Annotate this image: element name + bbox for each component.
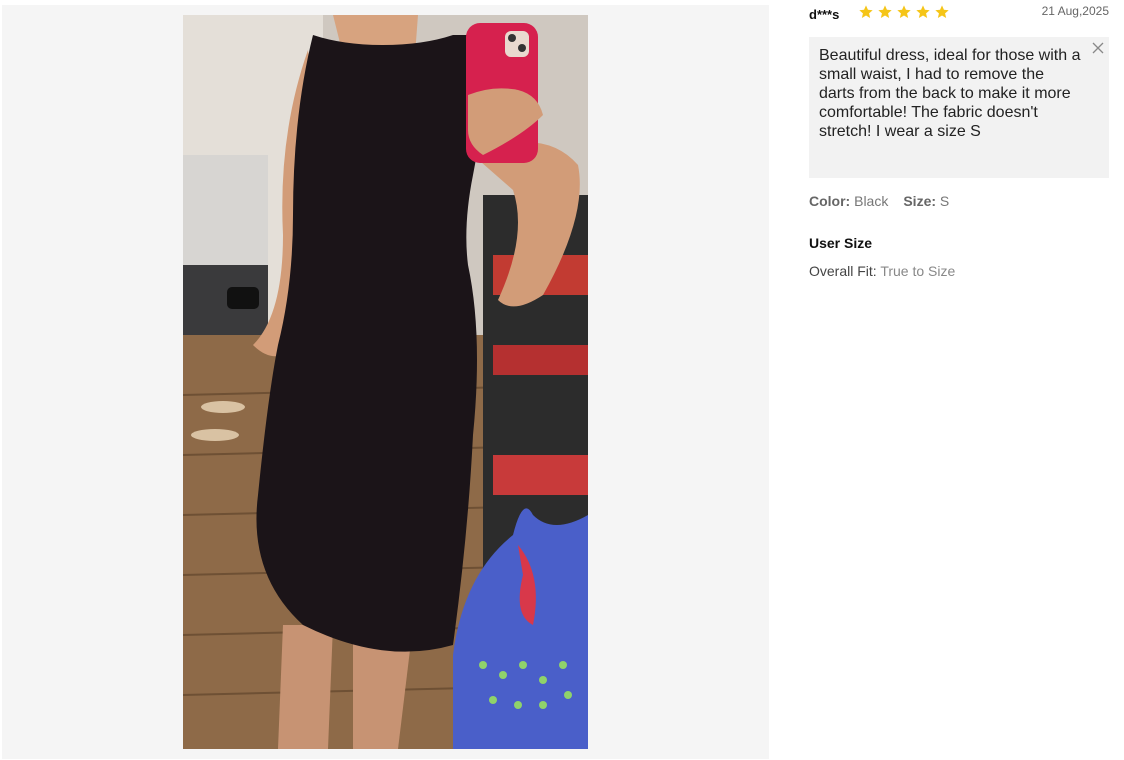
reviewer-username: d***s xyxy=(809,7,840,22)
rating-stars xyxy=(858,4,950,20)
attribute-color-label: Color: xyxy=(809,193,851,209)
star-icon xyxy=(878,5,892,18)
attribute-color-value: Black xyxy=(854,193,889,209)
star-icon xyxy=(859,5,873,18)
close-icon[interactable] xyxy=(1091,41,1105,55)
star-icon xyxy=(897,5,911,18)
review-image-viewer xyxy=(2,5,769,759)
overall-fit-label: Overall Fit: xyxy=(809,263,877,279)
review-header: d***s 21 Aug,2025 xyxy=(809,0,1109,30)
star-icon xyxy=(916,5,930,18)
overall-fit-value: True to Size xyxy=(880,263,956,279)
attribute-size: Size: S xyxy=(903,193,949,209)
review-comment-box: Beautiful dress, ideal for those with a … xyxy=(809,37,1109,178)
attribute-color: Color: Black xyxy=(809,193,888,209)
review-date: 21 Aug,2025 xyxy=(1041,4,1109,18)
attribute-size-label: Size: xyxy=(903,193,937,209)
review-photo-image xyxy=(183,15,588,749)
review-photo[interactable] xyxy=(183,15,588,749)
review-panel: d***s 21 Aug,2025 Beautiful dress, ideal… xyxy=(809,0,1109,279)
review-comment-text: Beautiful dress, ideal for those with a … xyxy=(819,47,1081,140)
review-attributes: Color: Black Size: S xyxy=(809,193,1109,209)
star-icon xyxy=(935,5,949,18)
user-size-title: User Size xyxy=(809,235,873,251)
overall-fit-row: Overall Fit: True to Size xyxy=(809,263,1109,279)
attribute-size-value: S xyxy=(939,193,950,209)
